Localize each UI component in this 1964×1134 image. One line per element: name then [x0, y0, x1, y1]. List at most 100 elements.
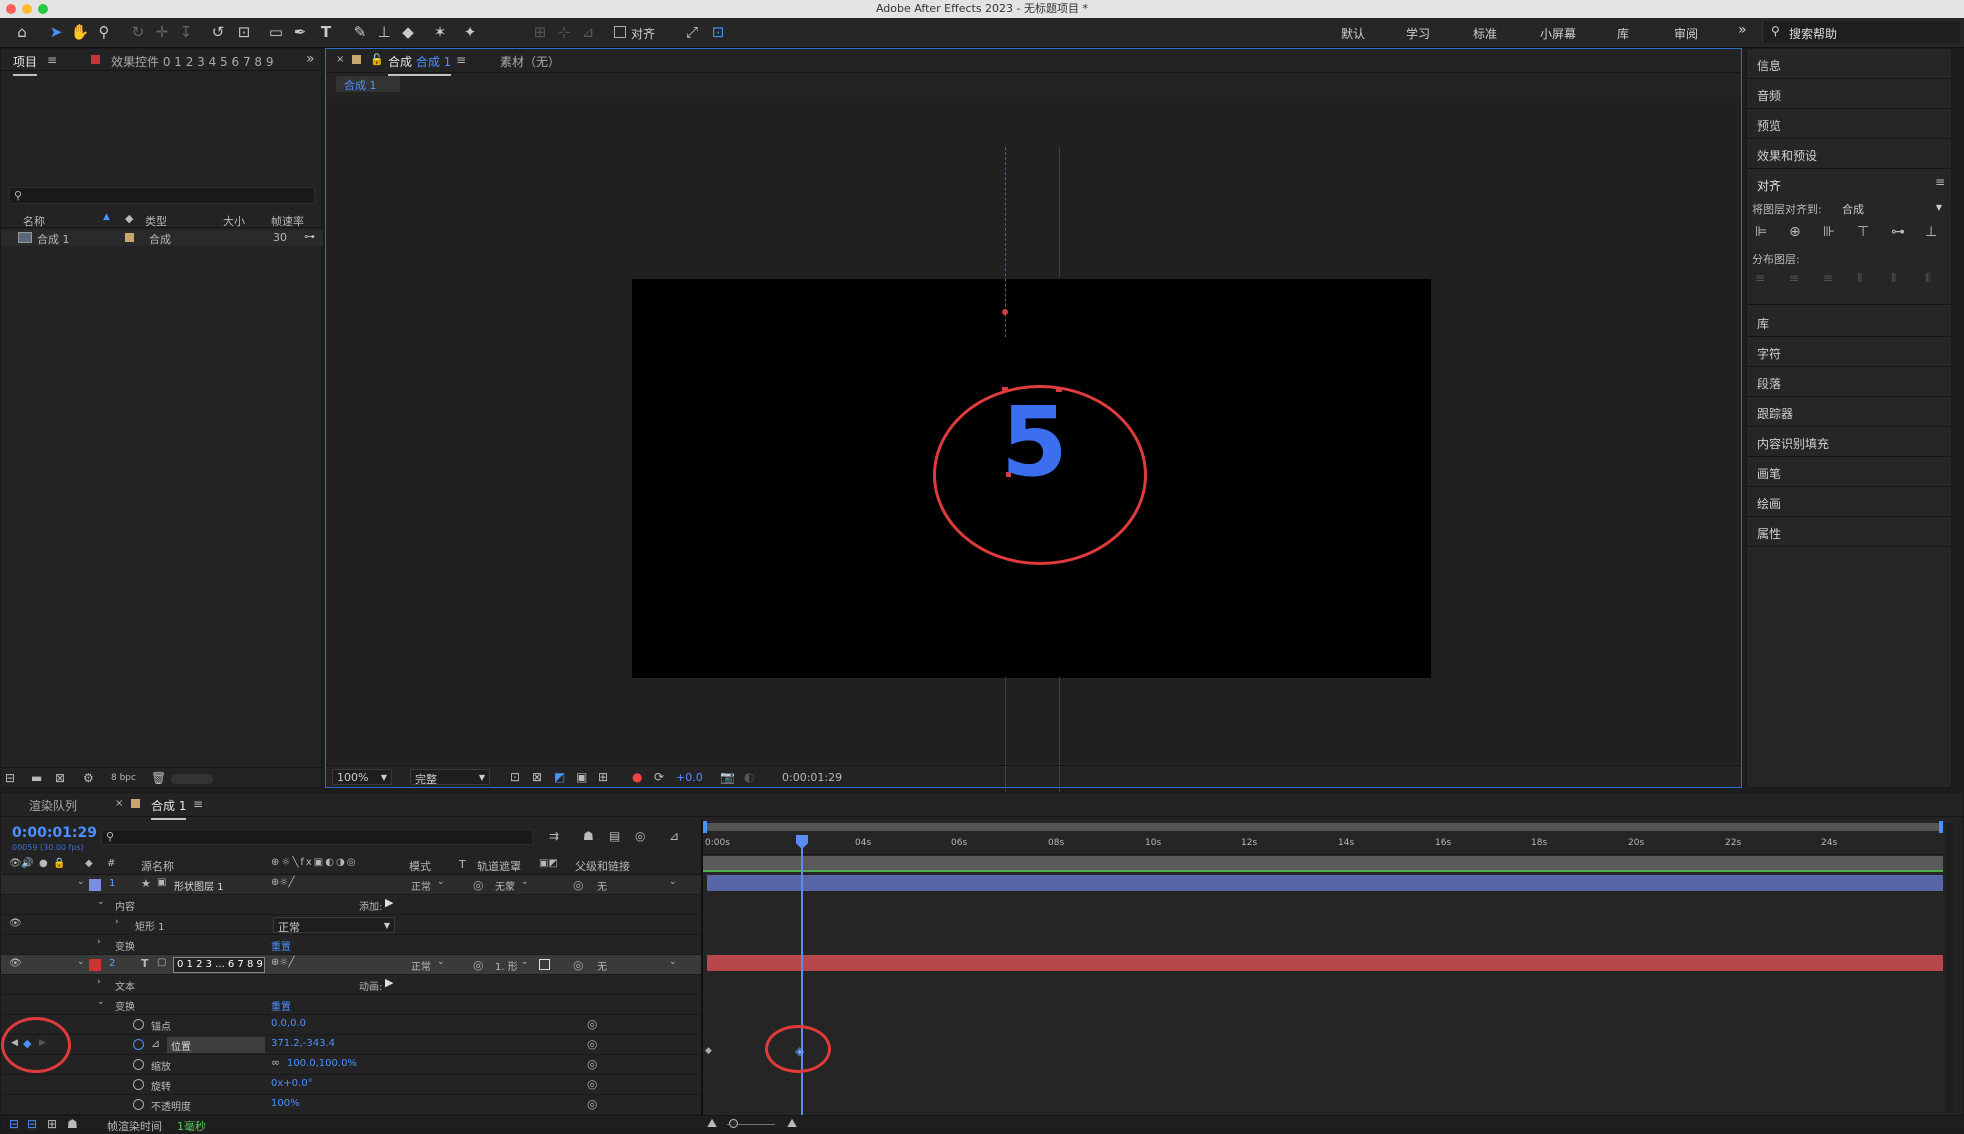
property-rect-row[interactable]: 👁 › 矩形 1 正常 ▼	[1, 915, 701, 935]
expression-spiral-icon[interactable]: ◎	[587, 1057, 597, 1071]
in-out-toggle-icon[interactable]: ⊞	[47, 1117, 57, 1131]
type-tool-icon[interactable]: T	[316, 22, 336, 42]
panel-menu-icon[interactable]: ≡	[193, 797, 203, 811]
region-of-interest-icon[interactable]: ▣	[576, 770, 587, 784]
layer-row-1[interactable]: ⌄ 1 ★ ▣ 形状图层 1 ⊕☼╱ 正常 ⌄ ◎ 无蒙 ⌄ ◎ 无 ⌄	[1, 875, 701, 895]
puppet-tool-icon[interactable]: ✦	[460, 22, 480, 42]
show-snapshot-icon[interactable]: ◐	[744, 770, 754, 784]
project-item-comp1[interactable]: 合成 1 合成 30 ⊶	[1, 230, 323, 246]
pan-tool-icon[interactable]: ✛	[152, 22, 172, 42]
fast-preview-icon[interactable]: ⊡	[510, 770, 520, 784]
video-toggle-icon[interactable]: 👁	[9, 858, 22, 869]
workspace-default[interactable]: 默认	[1341, 25, 1365, 42]
help-search-input[interactable]: 搜索帮助	[1789, 25, 1837, 42]
dolly-tool-icon[interactable]: ↧	[176, 22, 196, 42]
work-area-navigator[interactable]	[703, 823, 1943, 831]
close-window-button[interactable]	[6, 4, 16, 14]
source-name-header[interactable]: 源名称	[141, 858, 174, 874]
graph-editor-icon[interactable]: ⊿	[669, 829, 679, 843]
layer-switches-icons[interactable]: ⊕☼╱	[271, 877, 294, 888]
exposure-value[interactable]: +0.0	[676, 771, 703, 784]
timeline-graph-area[interactable]: 0:00s 04s 06s 08s 10s 12s 14s 16s 18s 20…	[703, 819, 1953, 1115]
clone-stamp-tool-icon[interactable]: ⊥	[374, 22, 394, 42]
flowchart-icon[interactable]: ⊶	[304, 230, 315, 243]
panel-menu-icon[interactable]: ≡	[1935, 175, 1945, 189]
property-opacity-row[interactable]: 不透明度 100% ◎	[1, 1095, 701, 1115]
layer-parent[interactable]: 无	[597, 878, 607, 893]
selection-tool-icon[interactable]: ➤	[46, 22, 66, 42]
stopwatch-icon[interactable]	[133, 1019, 144, 1030]
zoom-tool-icon[interactable]: ⚲	[94, 22, 114, 42]
panel-paint[interactable]: 绘画	[1747, 487, 1951, 517]
mask-visibility-icon[interactable]: ◩	[554, 770, 565, 784]
resolution-select[interactable]: 完整 ▼	[410, 769, 490, 786]
tab-timeline-comp[interactable]: 合成 1	[151, 797, 187, 820]
preserve-transparency-icon[interactable]: ◎	[473, 958, 483, 972]
scale-value[interactable]: 100.0,100.0%	[287, 1058, 357, 1069]
eraser-tool-icon[interactable]: ◆	[398, 22, 418, 42]
motion-blur-icon[interactable]: ◎	[635, 829, 645, 843]
comp-viewer[interactable]: 5	[326, 97, 1741, 807]
timeline-vertical-scrollbar[interactable]	[1945, 823, 1953, 1113]
keyframe-left-marker-icon[interactable]: ◆	[705, 1046, 712, 1056]
panel-menu-icon[interactable]: ≡	[456, 53, 466, 67]
zoom-window-button[interactable]	[38, 4, 48, 14]
distribute-hcenter-icon[interactable]: ⦀	[1891, 271, 1896, 285]
align-vertical-center-icon[interactable]: ⊶	[1891, 225, 1905, 239]
tab-footage[interactable]: 素材（无）	[500, 53, 560, 70]
align-left-icon[interactable]: ⊫	[1755, 225, 1767, 239]
snap-target-icon[interactable]: ⊡	[708, 22, 728, 42]
comp-breadcrumb[interactable]: 合成 1	[336, 76, 400, 92]
orbit-tool-icon[interactable]: ↻	[128, 22, 148, 42]
panel-libraries[interactable]: 库	[1747, 307, 1951, 337]
panel-paragraph[interactable]: 段落	[1747, 367, 1951, 397]
nav-end-handle[interactable]	[1939, 821, 1943, 833]
zoom-out-icon[interactable]: ⛰	[707, 1116, 717, 1130]
pickwhip-icon[interactable]: ◎	[573, 958, 583, 972]
panel-preview[interactable]: 预览	[1747, 109, 1951, 139]
reset-link[interactable]: 重置	[271, 938, 291, 953]
viewer-timecode[interactable]: 0:00:01:29	[782, 771, 842, 784]
chevron-down-icon[interactable]: ⌄	[97, 997, 105, 1007]
tab-effect-controls[interactable]: 效果控件 0 1 2 3 4 5 6 7 8 9	[111, 53, 274, 70]
workspace-review[interactable]: 审阅	[1674, 25, 1698, 42]
eye-icon[interactable]: 👁	[9, 958, 22, 969]
eye-icon[interactable]: 👁	[9, 918, 22, 929]
chevron-down-icon[interactable]: ⌄	[77, 957, 85, 967]
zoom-select[interactable]: 100% ▼	[332, 769, 392, 785]
layer-name[interactable]: 形状图层 1	[174, 878, 224, 893]
transfer-controls-toggle-icon[interactable]: ⊟	[27, 1117, 37, 1131]
solo-toggle-icon[interactable]: ●	[39, 858, 48, 869]
rotate-tool-icon[interactable]: ↺	[208, 22, 228, 42]
snapshot-camera-icon[interactable]: 📷	[720, 770, 735, 784]
distribute-top-icon[interactable]: ≡	[1755, 271, 1765, 285]
graph-icon[interactable]: ⊿	[151, 1037, 160, 1050]
workspace-standard[interactable]: 标准	[1473, 25, 1497, 42]
align-right-icon[interactable]: ⊪	[1823, 225, 1835, 239]
column-fps[interactable]: 帧速率	[271, 213, 304, 229]
new-comp-icon[interactable]: ⊠	[55, 771, 65, 785]
layer-parent[interactable]: 无	[597, 958, 607, 973]
label-tag-icon[interactable]: ◆	[125, 212, 133, 225]
layer-mode[interactable]: 正常	[411, 878, 431, 893]
panel-audio[interactable]: 音频	[1747, 79, 1951, 109]
layer-name[interactable]: 0 1 2 3 ... 6 7 8 9	[173, 957, 265, 973]
timeline-timecode[interactable]: 0:00:01:29	[12, 825, 97, 841]
world-axis-icon[interactable]: ⊹	[554, 22, 574, 42]
minimize-window-button[interactable]	[22, 4, 32, 14]
expression-spiral-icon[interactable]: ◎	[587, 1037, 597, 1051]
chevron-right-icon[interactable]: ›	[97, 937, 101, 947]
transparency-grid-icon[interactable]: ⊠	[532, 770, 542, 784]
pickwhip-icon[interactable]: ◎	[573, 878, 583, 892]
align-horizontal-center-icon[interactable]: ⊕	[1789, 225, 1801, 239]
hand-tool-icon[interactable]: ✋	[70, 22, 90, 42]
rotation-value[interactable]: 0x+0.0°	[271, 1078, 313, 1089]
stopwatch-icon[interactable]	[133, 1099, 144, 1110]
stopwatch-icon[interactable]	[133, 1079, 144, 1090]
tab-project[interactable]: 项目	[13, 53, 38, 76]
pan-behind-tool-icon[interactable]: ⊡	[234, 22, 254, 42]
chevron-right-icon[interactable]: ›	[97, 977, 101, 987]
axis-mode-icon[interactable]: ⊞	[530, 22, 550, 42]
panel-menu-icon[interactable]: ≡	[47, 53, 57, 67]
time-ruler[interactable]: 0:00s 04s 06s 08s 10s 12s 14s 16s 18s 20…	[703, 835, 1943, 855]
